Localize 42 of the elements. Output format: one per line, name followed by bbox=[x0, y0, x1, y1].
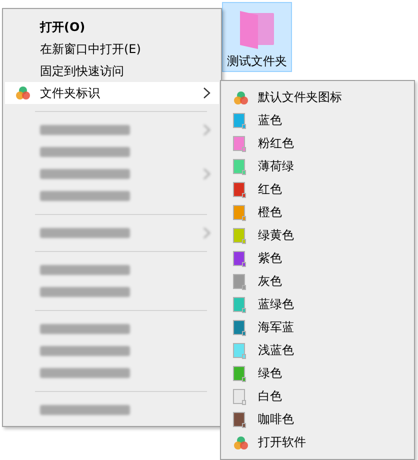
menu-item[interactable]: 固定到快速访问 bbox=[5, 60, 219, 82]
app-logo-icon bbox=[233, 434, 249, 450]
menu-item-label: 固定到快速访问 bbox=[40, 62, 124, 80]
folder-color-icon bbox=[233, 366, 246, 382]
menu-item[interactable]: 粉红色 bbox=[223, 132, 412, 155]
menu-item[interactable]: 红色 bbox=[223, 178, 412, 201]
folder-color-icon bbox=[233, 388, 246, 404]
menu-item[interactable]: 海军蓝 bbox=[223, 316, 412, 339]
desktop-folder[interactable]: 测试文件夹 bbox=[222, 2, 292, 72]
menu-item[interactable]: 紫色 bbox=[223, 247, 412, 270]
folder-color-icon bbox=[233, 274, 246, 290]
menu-item[interactable]: 在新窗口中打开(E) bbox=[5, 38, 219, 60]
menu-item[interactable]: 橙色 bbox=[223, 201, 412, 224]
folder-color-icon bbox=[233, 204, 246, 220]
folder-color-icon bbox=[233, 412, 246, 428]
menu-item[interactable]: 默认文件夹图标 bbox=[223, 86, 412, 109]
folder-color-icon bbox=[233, 112, 246, 128]
menu-item[interactable]: 绿黄色 bbox=[223, 224, 412, 247]
menu-item[interactable]: 文件夹标识 bbox=[5, 82, 219, 104]
app-logo-icon bbox=[15, 85, 31, 101]
menu-item[interactable]: 白色 bbox=[223, 385, 412, 408]
folder-color-icon bbox=[233, 182, 246, 198]
menu-item[interactable]: 薄荷绿 bbox=[223, 155, 412, 178]
folder-color-icon bbox=[233, 228, 246, 244]
folder-color-icon bbox=[233, 136, 246, 152]
menu-item-label: 文件夹标识 bbox=[40, 84, 100, 102]
menu-item[interactable]: 灰色 bbox=[223, 270, 412, 293]
menu-item[interactable]: 打开(O) bbox=[5, 16, 219, 38]
folder-color-icon bbox=[233, 342, 246, 358]
menu-item[interactable]: 咖啡色 bbox=[223, 408, 412, 431]
menu-item[interactable]: 绿色 bbox=[223, 362, 412, 385]
menu-item-label: 在新窗口中打开(E) bbox=[40, 40, 141, 58]
folder-color-icon bbox=[233, 250, 246, 266]
menu-item[interactable]: 蓝绿色 bbox=[223, 293, 412, 316]
menu-item[interactable]: 浅蓝色 bbox=[223, 339, 412, 362]
folder-color-icon bbox=[233, 158, 246, 174]
menu-item[interactable]: 打开软件 bbox=[223, 431, 412, 454]
folder-color-icon bbox=[233, 296, 246, 312]
menu-item[interactable]: 蓝色 bbox=[223, 109, 412, 132]
app-logo-icon bbox=[233, 90, 249, 106]
menu-item-label: 打开(O) bbox=[40, 18, 86, 36]
folder-color-icon bbox=[233, 320, 246, 336]
